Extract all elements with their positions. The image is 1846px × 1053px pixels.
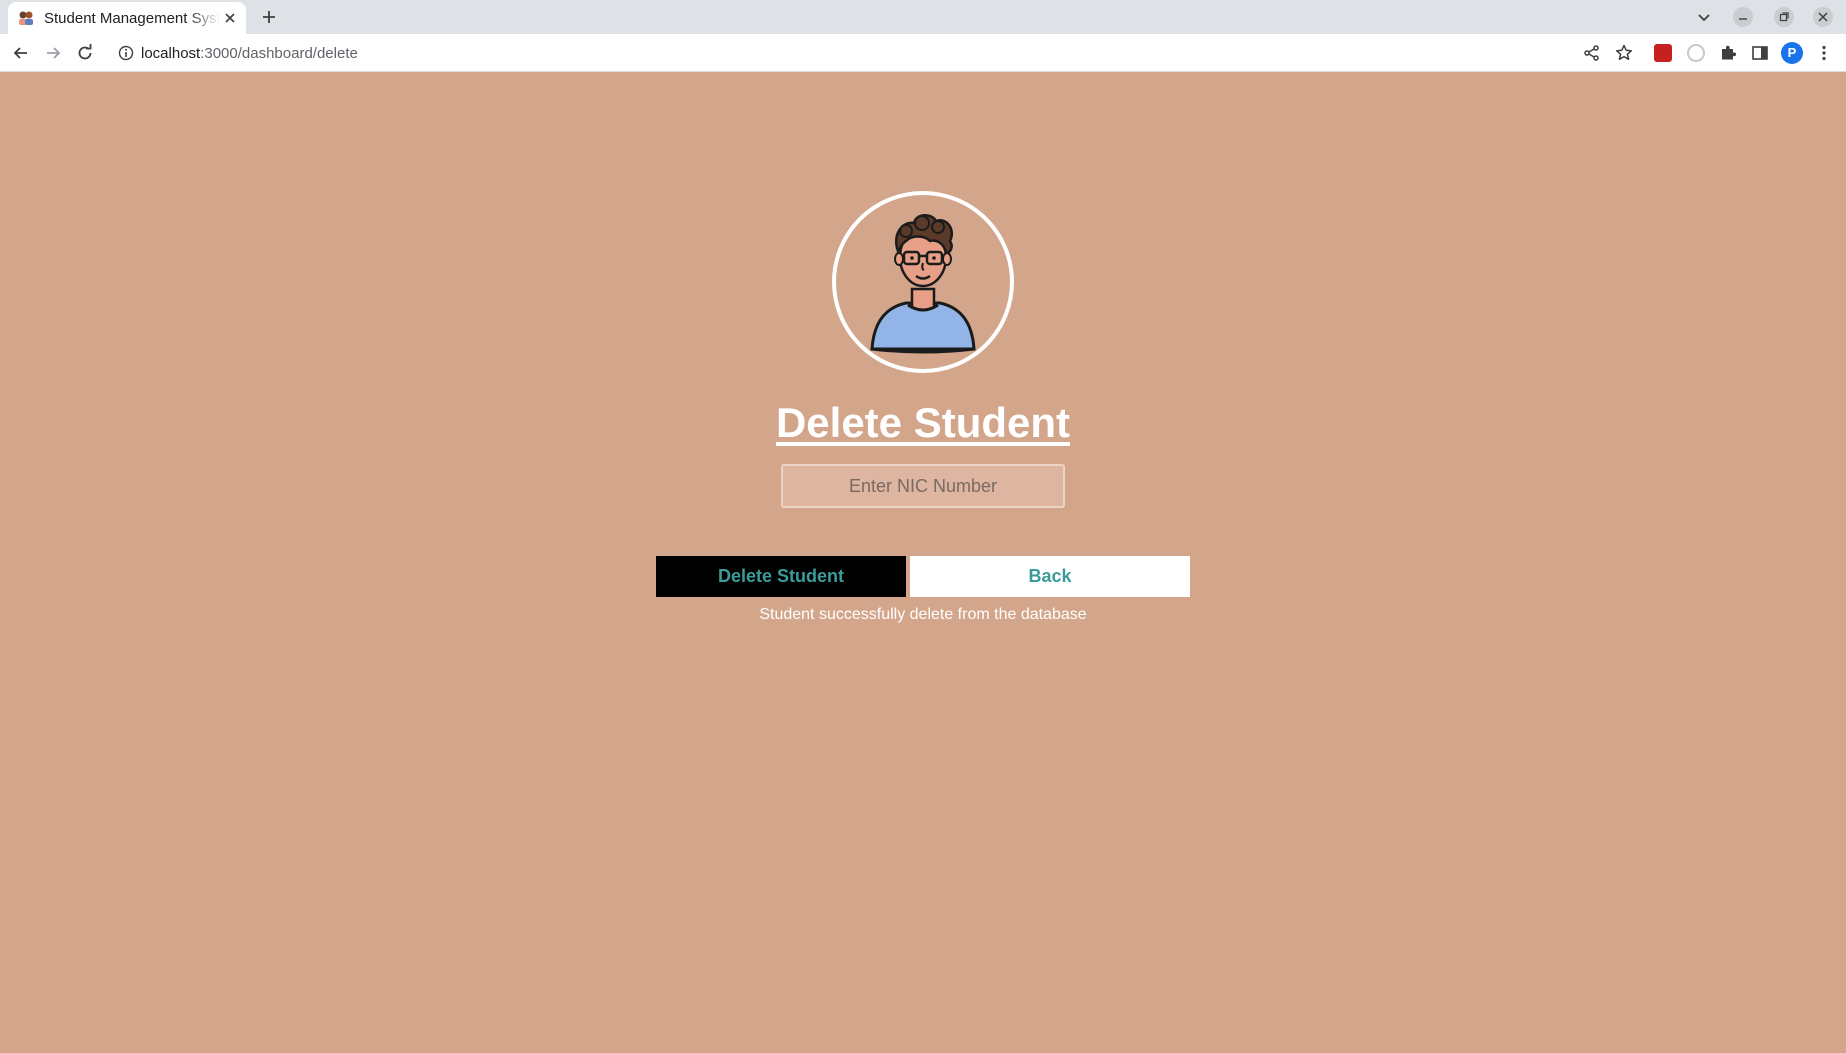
side-panel-icon[interactable] [1750,43,1770,63]
browser-tab[interactable]: Student Management System [8,2,246,34]
nic-number-input[interactable] [781,464,1065,508]
forward-arrow-icon[interactable] [43,43,63,63]
tab-title: Student Management System [44,10,220,27]
restore-window-button[interactable] [1774,7,1794,27]
address-bar[interactable]: localhost:3000/dashboard/delete [110,38,1550,68]
extension-icon[interactable] [1654,44,1672,62]
more-menu-icon[interactable] [1814,43,1834,63]
status-message: Student successfully delete from the dat… [759,606,1087,623]
delete-student-button[interactable]: Delete Student [656,556,906,597]
close-icon [1818,12,1828,22]
chevron-down-icon[interactable] [1695,8,1713,26]
back-arrow-icon[interactable] [11,43,31,63]
reload-icon[interactable] [75,43,95,63]
share-icon[interactable] [1582,43,1602,63]
extension-icon[interactable] [1687,44,1705,62]
minimize-window-button[interactable] [1733,7,1753,27]
url-host: localhost [141,45,201,62]
new-tab-icon[interactable] [259,7,279,27]
close-tab-icon[interactable] [222,10,238,26]
close-window-button[interactable] [1813,7,1833,27]
browser-tab-strip: Student Management System [0,0,1846,34]
back-button[interactable]: Back [910,556,1190,597]
student-avatar [832,191,1014,373]
restore-icon [1779,12,1789,22]
info-icon[interactable] [118,45,134,61]
student-avatar-icon [870,214,976,354]
page-title: Delete Student [775,399,1071,446]
minimize-icon [1739,18,1747,20]
profile-avatar[interactable]: P [1781,42,1803,64]
puzzle-extensions-icon[interactable] [1718,43,1738,63]
students-favicon-icon [19,11,33,25]
url-text: localhost:3000/dashboard/delete [141,45,358,62]
browser-toolbar: localhost:3000/dashboard/delete P [0,34,1846,72]
url-path: :3000/dashboard/delete [200,45,358,62]
bookmark-star-icon[interactable] [1614,43,1634,63]
page-content: Delete Student Delete Student Back Stude… [0,72,1846,1053]
